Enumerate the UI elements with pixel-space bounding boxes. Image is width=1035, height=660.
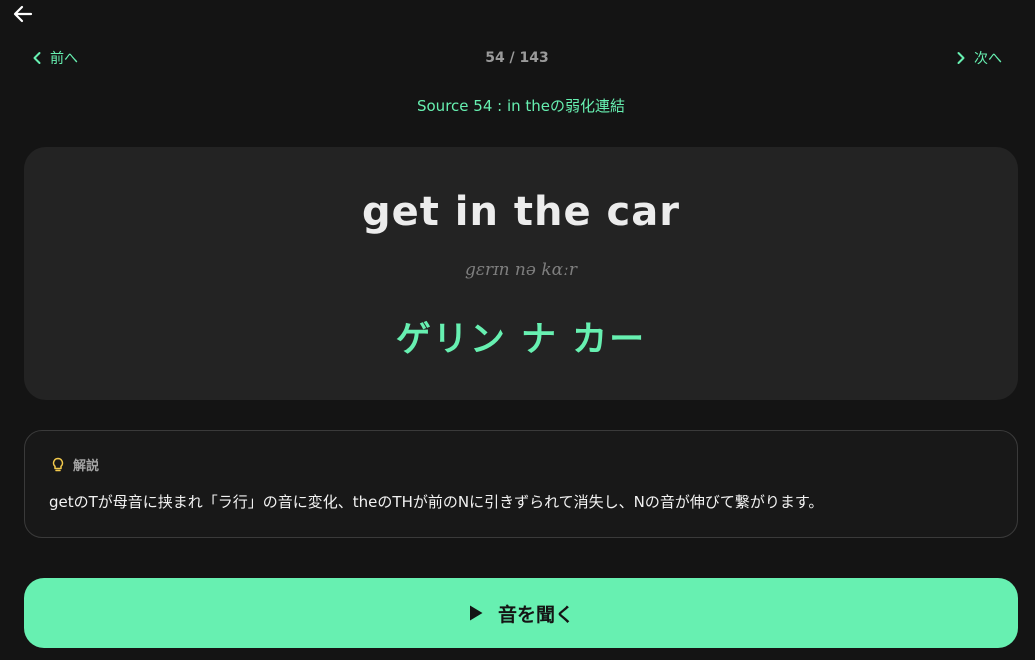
explanation-text: getのTが母音に挟まれ「ラ行」の音に変化、theのTHが前のNに引きずられて消… — [49, 493, 824, 511]
arrow-left-icon — [13, 5, 33, 23]
back-button[interactable] — [10, 2, 36, 26]
play-label: 音を聞く — [497, 603, 574, 626]
play-icon — [469, 605, 483, 621]
katakana-text: ゲリン ナ カー — [395, 320, 647, 360]
phrase-text: get in the car — [361, 189, 680, 235]
next-label: 次へ — [974, 51, 1002, 67]
chevron-right-icon — [957, 52, 965, 64]
lightbulb-icon — [52, 457, 64, 471]
source-title: Source 54 : in theの弱化連結 — [416, 97, 626, 115]
explanation-card: 解説 getのTが母音に挟まれ「ラ行」の音に変化、theのTHが前のNに引きずら… — [24, 430, 1018, 538]
navigation-bar: 前へ 54 / 143 次へ — [24, 44, 1010, 72]
ipa-text: gɛrɪn nə kɑːr — [465, 260, 577, 280]
play-audio-button[interactable]: 音を聞く — [24, 578, 1018, 648]
next-button[interactable]: 次へ — [956, 44, 1002, 72]
page-counter: 54 / 143 — [485, 50, 549, 66]
explanation-label: 解説 — [73, 459, 100, 474]
phrase-card: get in the car gɛrɪn nə kɑːr ゲリン ナ カー — [24, 147, 1018, 400]
explanation-header: 解説 — [51, 455, 99, 474]
